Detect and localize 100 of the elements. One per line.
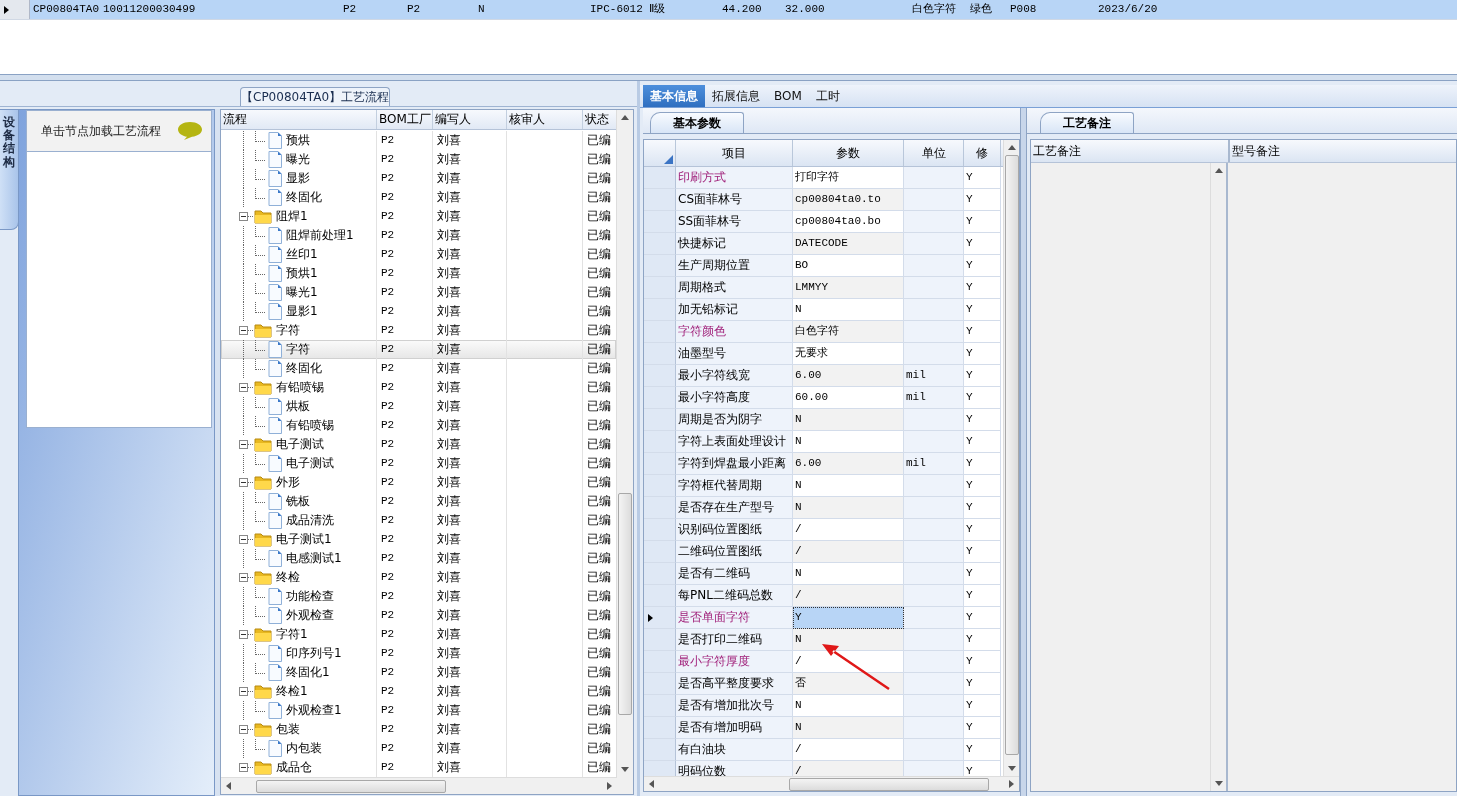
collapse-icon[interactable] xyxy=(239,687,248,696)
splitter-bar[interactable] xyxy=(0,74,1457,81)
collapse-icon[interactable] xyxy=(239,440,248,449)
collapse-icon[interactable] xyxy=(239,212,248,221)
value-cell[interactable]: / xyxy=(793,761,904,776)
column-header[interactable]: 项目 xyxy=(676,140,793,166)
row-selector[interactable] xyxy=(644,607,676,629)
down-arrow-icon[interactable] xyxy=(1214,781,1223,786)
tree-row[interactable]: 终检 P2 刘喜 已编 xyxy=(221,568,616,587)
collapse-icon[interactable] xyxy=(239,383,248,392)
value-cell[interactable]: 无要求 xyxy=(793,343,904,365)
value-cell[interactable]: 白色字符 xyxy=(793,321,904,343)
value-cell[interactable]: / xyxy=(793,585,904,607)
value-cell[interactable]: 打印字符 xyxy=(793,167,904,189)
value-cell[interactable]: LMMYY xyxy=(793,277,904,299)
value-cell[interactable]: N xyxy=(793,431,904,453)
tab[interactable]: 基本信息 xyxy=(643,85,705,107)
table-cell-text: P008 xyxy=(1009,2,1038,17)
scrollbar-thumb[interactable] xyxy=(256,779,446,793)
vertical-scrollbar[interactable] xyxy=(1210,163,1226,791)
value-cell[interactable]: N xyxy=(793,497,904,519)
left-arrow-icon[interactable] xyxy=(649,780,654,788)
value-cell[interactable]: N xyxy=(793,695,904,717)
up-arrow-icon[interactable] xyxy=(621,115,629,120)
tab[interactable]: 基本参数 xyxy=(650,112,744,133)
value-cell[interactable]: N xyxy=(793,475,904,497)
value-cell[interactable]: DATECODE xyxy=(793,233,904,255)
value-cell[interactable]: N xyxy=(793,409,904,431)
tree-row[interactable]: 有铅喷锡 P2 刘喜 已编 xyxy=(221,378,616,397)
down-arrow-icon[interactable] xyxy=(621,767,629,772)
value-cell[interactable]: / xyxy=(793,519,904,541)
tab[interactable]: 工艺备注 xyxy=(1040,112,1134,133)
collapse-icon[interactable] xyxy=(239,573,248,582)
tree-row[interactable]: 字符 P2 刘喜 已编 xyxy=(221,340,616,359)
value-cell[interactable]: / xyxy=(793,739,904,761)
column-header[interactable]: BOM工厂 xyxy=(377,110,433,129)
value-cell[interactable]: 6.00 xyxy=(793,453,904,475)
bom-factory-cell: P2 xyxy=(377,416,433,435)
folder-icon xyxy=(254,760,272,775)
value-cell[interactable]: N xyxy=(793,717,904,739)
bom-factory-cell: P2 xyxy=(377,397,433,416)
column-header[interactable]: 单位 xyxy=(904,140,964,166)
value-cell[interactable]: Y xyxy=(793,607,904,629)
value-cell[interactable]: / xyxy=(793,541,904,563)
column-header[interactable]: 参数 xyxy=(793,140,904,166)
down-arrow-icon[interactable] xyxy=(1007,766,1016,771)
value-cell[interactable]: N xyxy=(793,629,904,651)
value-cell[interactable]: N xyxy=(793,299,904,321)
value-cell[interactable]: N xyxy=(793,563,904,585)
right-arrow-icon[interactable] xyxy=(1009,780,1014,788)
collapse-icon[interactable] xyxy=(239,326,248,335)
table-row[interactable]: CP00804TA0 10011200030499 P2 P2 N IPC-6012 Ⅱ级 44.200 32.000 白色字符 绿色 P008 2023/6/20 xyxy=(0,0,1457,20)
collapse-icon[interactable] xyxy=(239,763,248,772)
side-tab[interactable]: 设备结构 xyxy=(0,109,19,230)
right-arrow-icon[interactable] xyxy=(607,782,612,790)
tree-row[interactable]: 外形 P2 刘喜 已编 xyxy=(221,473,616,492)
value-cell[interactable]: cp00804ta0.to xyxy=(793,189,904,211)
writer-cell: 刘喜 xyxy=(433,473,507,492)
bom-factory-cell: P2 xyxy=(377,302,433,321)
vertical-scrollbar[interactable] xyxy=(616,110,633,777)
collapse-icon[interactable] xyxy=(239,535,248,544)
value-cell[interactable]: 6.00 xyxy=(793,365,904,387)
step-label: 电子测试1 xyxy=(276,531,332,548)
scrollbar-thumb[interactable] xyxy=(789,777,989,791)
tab[interactable]: 工时 xyxy=(808,85,847,107)
tree-row[interactable]: 字符1 P2 刘喜 已编 xyxy=(221,625,616,644)
value-cell[interactable]: 60.00 xyxy=(793,387,904,409)
value-cell[interactable]: / xyxy=(793,651,904,673)
scrollbar-thumb[interactable] xyxy=(618,493,632,715)
file-icon xyxy=(268,702,282,719)
collapse-icon[interactable] xyxy=(239,725,248,734)
step-label: 预烘 xyxy=(286,132,310,149)
column-header[interactable]: 编写人 xyxy=(433,110,507,129)
collapse-icon[interactable] xyxy=(239,630,248,639)
tree-row[interactable]: 电子测试1 P2 刘喜 已编 xyxy=(221,530,616,549)
tree-row[interactable]: 电子测试 P2 刘喜 已编 xyxy=(221,435,616,454)
column-header[interactable]: 修 xyxy=(964,140,1001,166)
tree-row[interactable]: 终检1 P2 刘喜 已编 xyxy=(221,682,616,701)
unit-cell xyxy=(904,563,964,585)
vertical-scrollbar[interactable] xyxy=(1003,140,1019,776)
step-label: 终固化 xyxy=(286,189,322,206)
collapse-icon[interactable] xyxy=(239,478,248,487)
step-label: 终检 xyxy=(276,569,300,586)
up-arrow-icon[interactable] xyxy=(1214,168,1223,173)
column-header[interactable]: 核审人 xyxy=(507,110,583,129)
bom-factory-cell: P2 xyxy=(377,207,433,226)
value-cell[interactable]: 否 xyxy=(793,673,904,695)
tab[interactable]: 拓展信息 xyxy=(705,85,767,107)
value-cell[interactable]: cp00804ta0.bo xyxy=(793,211,904,233)
tree-row[interactable]: 包装 P2 刘喜 已编 xyxy=(221,720,616,739)
tab[interactable]: BOM xyxy=(767,85,809,107)
value-cell[interactable]: BO xyxy=(793,255,904,277)
horizontal-scrollbar[interactable] xyxy=(221,777,617,794)
scrollbar-thumb[interactable] xyxy=(1005,155,1019,755)
column-header[interactable]: 流程 xyxy=(221,110,377,129)
left-arrow-icon[interactable] xyxy=(226,782,231,790)
tree-row[interactable]: 阻焊1 P2 刘喜 已编 xyxy=(221,207,616,226)
column-header[interactable]: 型号备注 xyxy=(1230,140,1280,162)
horizontal-scrollbar[interactable] xyxy=(644,776,1019,791)
up-arrow-icon[interactable] xyxy=(1007,145,1016,150)
